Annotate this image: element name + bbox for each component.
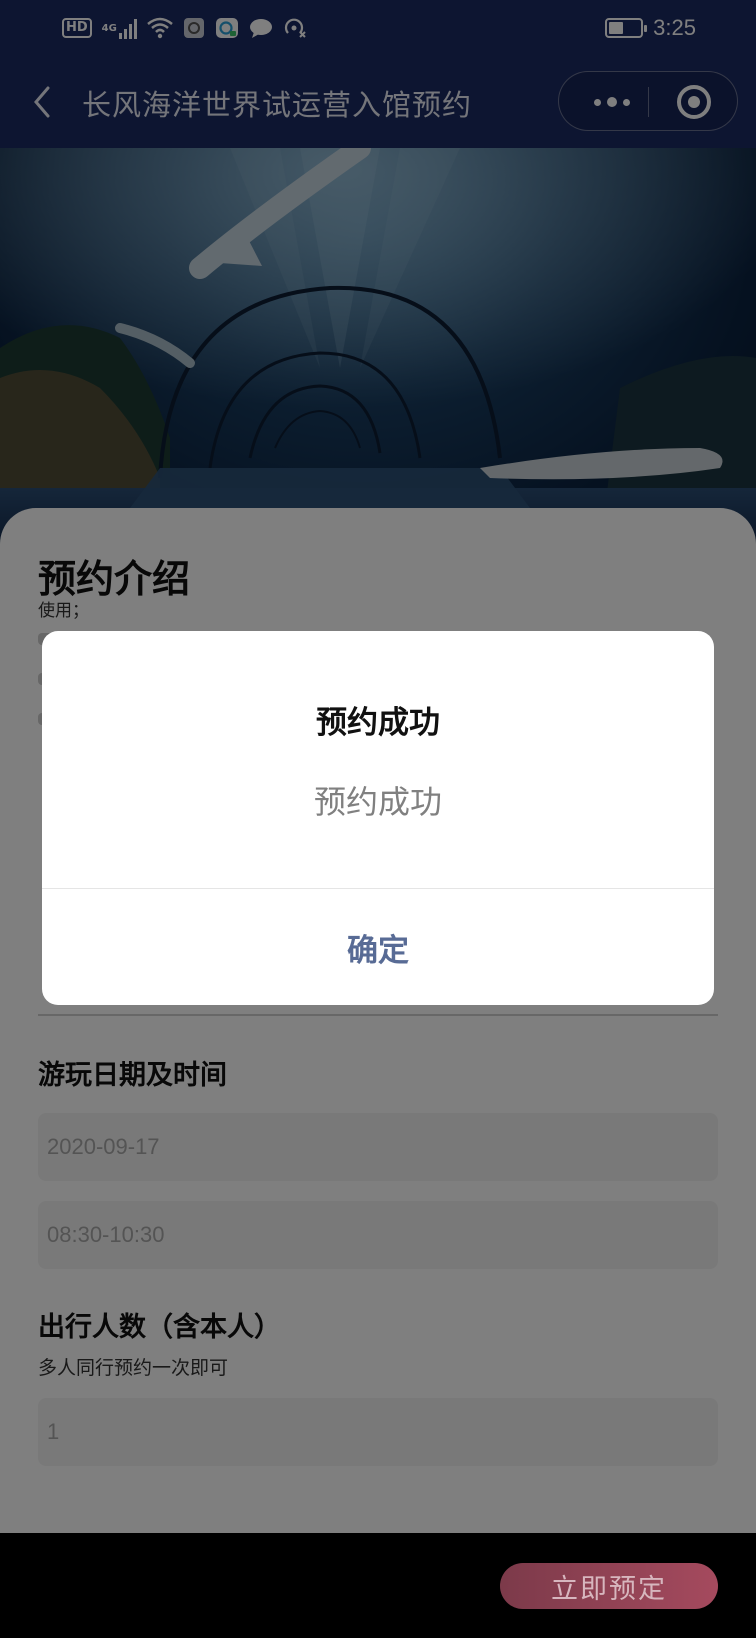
book-now-button[interactable]: 立即预定 (500, 1563, 718, 1609)
bottom-bar: 立即预定 (0, 1533, 756, 1638)
confirm-button[interactable]: 确定 (42, 889, 714, 1005)
success-dialog: 预约成功 预约成功 确定 (42, 631, 714, 1005)
dialog-message: 预约成功 (313, 783, 442, 821)
dialog-title: 预约成功 (316, 705, 440, 741)
